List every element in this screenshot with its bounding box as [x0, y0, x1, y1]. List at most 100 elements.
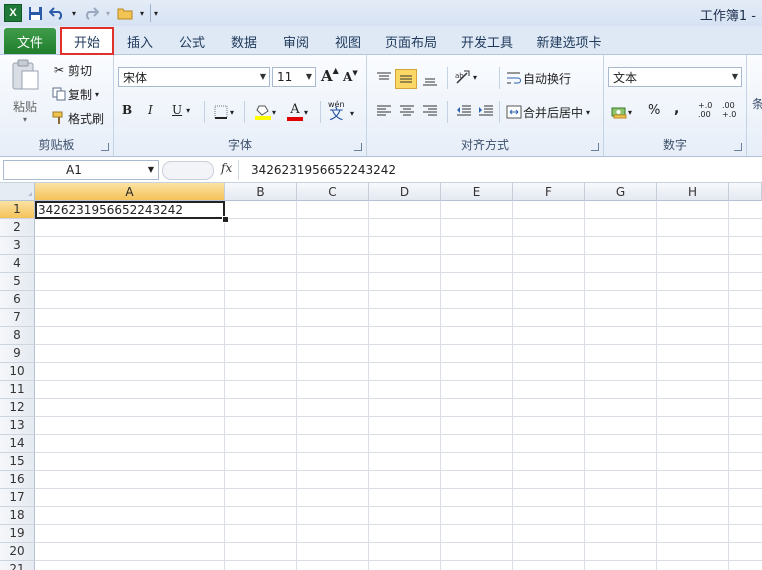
copy-icon [50, 85, 68, 103]
borders-button[interactable]: ▾ [212, 103, 234, 121]
column-header-g[interactable]: G [585, 183, 657, 201]
shrink-font-button[interactable]: A ▼ [343, 68, 358, 85]
row-header-11[interactable]: 11 [0, 381, 35, 399]
font-color-button[interactable]: A ▾ [286, 101, 308, 123]
row-header-18[interactable]: 18 [0, 507, 35, 525]
row-header-10[interactable]: 10 [0, 363, 35, 381]
row-header-6[interactable]: 6 [0, 291, 35, 309]
copy-button[interactable]: 复制 ▾ [50, 85, 99, 103]
font-launcher-icon[interactable] [354, 143, 362, 151]
row-header-8[interactable]: 8 [0, 327, 35, 345]
underline-button[interactable]: U ▾ [172, 103, 190, 117]
wrap-text-button[interactable]: 自动换行 [505, 69, 571, 87]
redo-dropdown-icon[interactable]: ▾ [104, 4, 112, 22]
increase-indent-button[interactable] [475, 101, 497, 121]
open-folder-icon[interactable] [116, 4, 134, 22]
column-header-b[interactable]: B [225, 183, 297, 201]
formula-input[interactable]: 3426231956652243242 [238, 160, 760, 180]
tab-data[interactable]: 数据 [222, 30, 266, 52]
row-header-1[interactable]: 1 [0, 201, 35, 219]
currency-button[interactable]: ▾ [610, 103, 632, 121]
row-header-7[interactable]: 7 [0, 309, 35, 327]
column-header-d[interactable]: D [369, 183, 441, 201]
phonetic-dropdown-icon[interactable]: ▾ [350, 109, 354, 118]
tab-home[interactable]: 开始 [60, 27, 114, 55]
column-header-h[interactable]: H [657, 183, 729, 201]
undo-dropdown-icon[interactable]: ▾ [70, 4, 78, 22]
tab-view[interactable]: 视图 [326, 30, 370, 52]
excel-logo-icon[interactable]: X [4, 4, 22, 22]
percent-button[interactable]: % [648, 103, 660, 118]
tab-formulas[interactable]: 公式 [170, 30, 214, 52]
redo-icon[interactable] [82, 4, 100, 22]
cut-button[interactable]: ✂ 剪切 [50, 61, 92, 79]
tab-review[interactable]: 审阅 [274, 30, 318, 52]
open-dropdown-icon[interactable]: ▾ [138, 4, 146, 22]
increase-decimal-button[interactable]: +.0 .00 [698, 101, 712, 119]
number-format-combo[interactable]: 文本 ▼ [608, 67, 742, 87]
italic-button[interactable]: I [148, 103, 153, 117]
row-header-4[interactable]: 4 [0, 255, 35, 273]
paste-button[interactable]: 粘贴 ▾ [6, 59, 44, 129]
fill-handle[interactable] [222, 216, 229, 223]
row-header-20[interactable]: 20 [0, 543, 35, 561]
align-right-button[interactable] [419, 101, 441, 121]
alignment-launcher-icon[interactable] [591, 143, 599, 151]
formula-bar-splitter[interactable] [162, 161, 214, 180]
row-header-15[interactable]: 15 [0, 453, 35, 471]
number-launcher-icon[interactable] [734, 143, 742, 151]
cell-a1[interactable]: 3426231956652243242 [35, 201, 225, 219]
decrease-decimal-button[interactable]: .00 +.0 [722, 101, 736, 119]
customize-toolbar-icon[interactable]: ▾ [150, 4, 161, 22]
row-header-2[interactable]: 2 [0, 219, 35, 237]
align-center-button[interactable] [396, 101, 418, 121]
column-header-c[interactable]: C [297, 183, 369, 201]
row-header-5[interactable]: 5 [0, 273, 35, 291]
orientation-button[interactable]: ab ▾ [455, 69, 477, 85]
clipboard-launcher-icon[interactable] [101, 143, 109, 151]
save-icon[interactable] [26, 4, 44, 22]
select-all-corner[interactable] [0, 183, 35, 201]
row-header-9[interactable]: 9 [0, 345, 35, 363]
insert-function-icon[interactable]: fx [221, 161, 232, 175]
row-header-14[interactable]: 14 [0, 435, 35, 453]
align-left-button[interactable] [373, 101, 395, 121]
align-top-button[interactable] [373, 67, 395, 89]
column-header-a[interactable]: A [35, 183, 225, 201]
copy-dropdown-icon: ▾ [95, 89, 100, 99]
row-header-16[interactable]: 16 [0, 471, 35, 489]
tab-new-tab[interactable]: 新建选项卡 [530, 30, 608, 52]
name-box[interactable]: A1 ▼ [3, 160, 159, 180]
row-header-12[interactable]: 12 [0, 399, 35, 417]
styles-group-partial[interactable]: 条 [752, 95, 762, 112]
format-painter-button[interactable]: 格式刷 [50, 109, 104, 127]
grow-font-button[interactable]: A ▲ [321, 65, 339, 85]
tab-file[interactable]: 文件 [4, 28, 56, 54]
bold-button[interactable]: B [122, 103, 132, 117]
quick-access-toolbar: X ▾ ▾ ▾ ▾ [4, 3, 165, 23]
fill-color-button[interactable]: ▾ [254, 101, 276, 123]
decrease-indent-button[interactable] [453, 101, 475, 121]
row-header-21[interactable]: 21 [0, 561, 35, 570]
column-header-e[interactable]: E [441, 183, 513, 201]
column-header-f[interactable]: F [513, 183, 585, 201]
column-header-partial[interactable] [729, 183, 762, 201]
tab-page-layout[interactable]: 页面布局 [378, 30, 444, 52]
comma-button[interactable]: , [674, 101, 679, 117]
paste-icon [10, 59, 40, 94]
row-header-13[interactable]: 13 [0, 417, 35, 435]
align-bottom-button[interactable] [419, 69, 441, 91]
merge-center-button[interactable]: 合并后居中 ▾ [505, 103, 590, 121]
tab-insert[interactable]: 插入 [118, 30, 162, 52]
align-middle-button[interactable] [395, 69, 417, 89]
tab-developer[interactable]: 开发工具 [454, 30, 520, 52]
font-size-combo[interactable]: 11 ▼ [272, 67, 316, 87]
row-header-17[interactable]: 17 [0, 489, 35, 507]
undo-icon[interactable] [48, 4, 66, 22]
row-header-19[interactable]: 19 [0, 525, 35, 543]
worksheet-grid[interactable]: ABCDEFGH 1 2 3 4 5 6 7 8 9 10 11 12 13 14 15 16 17 18 19 20… [0, 183, 762, 570]
font-name-combo[interactable]: 宋体 ▼ [118, 67, 270, 87]
phonetic-button[interactable]: wén 文 [328, 99, 345, 122]
paste-label: 粘贴 [12, 100, 37, 114]
row-header-3[interactable]: 3 [0, 237, 35, 255]
